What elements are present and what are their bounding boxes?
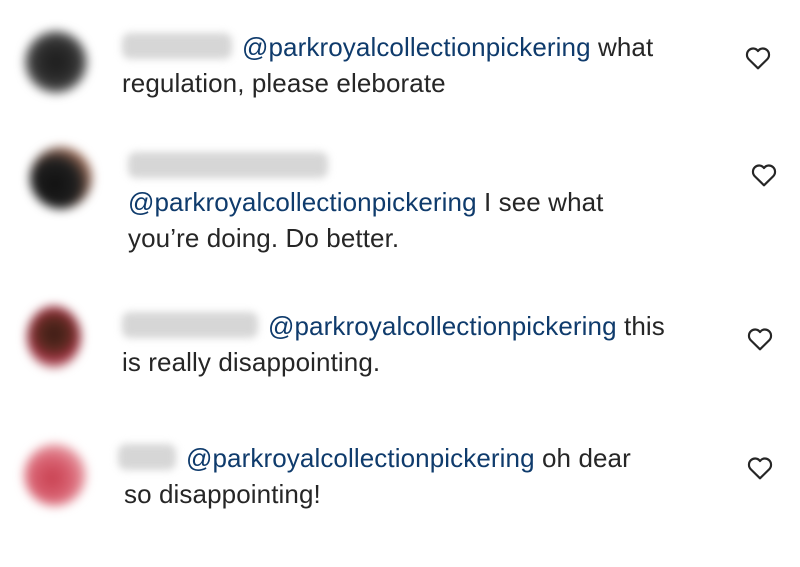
comment-text: what [590, 32, 654, 62]
mention-link[interactable]: @parkroyalcollectionpickering [128, 187, 477, 217]
comment-body: @parkroyalcollectionpickering this is re… [122, 308, 665, 380]
comment-text: I see what [476, 187, 604, 217]
comment-body: @parkroyalcollectionpickering oh dear so… [118, 440, 631, 512]
comment-text: oh dear [534, 443, 631, 473]
heart-icon[interactable] [747, 456, 773, 480]
heart-icon[interactable] [747, 327, 773, 351]
avatar[interactable] [24, 444, 86, 506]
username-blurred[interactable] [122, 312, 258, 339]
username-blurred[interactable] [118, 444, 176, 471]
comment-text: you’re doing. Do better. [128, 223, 400, 253]
username-blurred[interactable] [122, 33, 232, 60]
heart-icon[interactable] [751, 163, 777, 187]
mention-link[interactable]: @parkroyalcollectionpickering [242, 32, 591, 62]
mention-link[interactable]: @parkroyalcollectionpickering [268, 311, 617, 341]
comment-body: @parkroyalcollectionpickering what regul… [122, 29, 653, 101]
avatar[interactable] [30, 147, 92, 209]
avatar[interactable] [27, 306, 81, 368]
comment-text: so disappointing! [124, 479, 321, 509]
comment-body: @parkroyalcollectionpickering I see what… [128, 146, 604, 256]
avatar[interactable] [25, 31, 87, 93]
username-blurred[interactable] [128, 152, 328, 178]
comment-text: regulation, please eleborate [122, 68, 446, 98]
comment-text: this [616, 311, 665, 341]
mention-link[interactable]: @parkroyalcollectionpickering [186, 443, 535, 473]
comment-text: is really disappointing. [122, 347, 381, 377]
heart-icon[interactable] [745, 46, 771, 70]
